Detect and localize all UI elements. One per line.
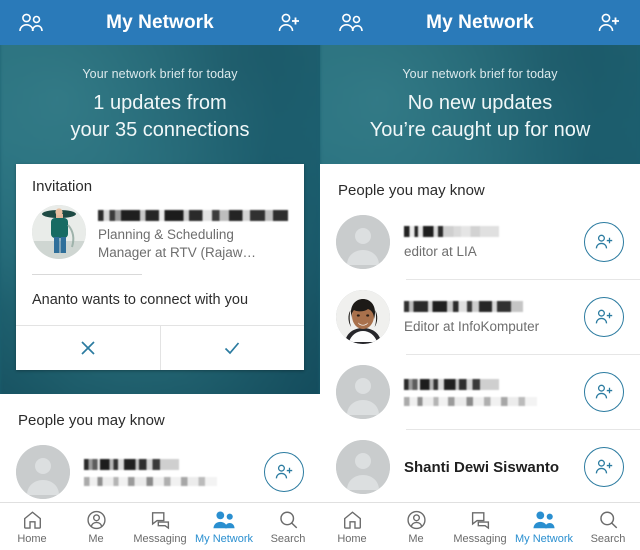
nav-label: Home [337, 532, 367, 545]
nav-label: Search [590, 532, 626, 545]
list-item-meta: Editor at InfoKomputer [390, 300, 584, 334]
nav-label: Home [17, 532, 47, 545]
nav-label: Messaging [133, 532, 187, 545]
page-title: My Network [106, 11, 214, 33]
nav-item-messaging[interactable]: Messaging [128, 503, 192, 550]
nav-item-messaging[interactable]: Messaging [448, 503, 512, 550]
nav-item-my-network[interactable]: My Network [192, 503, 256, 550]
nav-label: Messaging [453, 532, 507, 545]
person-name [404, 225, 500, 237]
network-brief: Your network brief for today No new upda… [320, 45, 640, 144]
list-item-meta [390, 378, 584, 406]
invitation-person-title-line1: Planning & Scheduling [98, 227, 234, 242]
invitation-person-title-line2: Manager at RTV (Rajaw… [98, 245, 257, 260]
brief-line-1: 1 updates from [93, 92, 227, 114]
nav-item-my-network[interactable]: My Network [512, 503, 576, 550]
invitation-heading: Invitation [32, 178, 93, 195]
person-name [404, 300, 523, 312]
list-item[interactable]: Shanti Dewi Siswanto [320, 430, 640, 504]
list-item[interactable]: Editor at InfoKomputer [320, 280, 640, 354]
nav-item-search[interactable]: Search [576, 503, 640, 550]
connect-button[interactable] [584, 222, 624, 262]
person-subtitle [84, 476, 217, 486]
avatar [32, 205, 86, 259]
invitation-person-meta: Planning & Scheduling Manager at RTV (Ra… [86, 205, 288, 262]
nav-label: My Network [514, 532, 574, 545]
person-name [84, 458, 180, 470]
network-brief: Your network brief for today 1 updates f… [0, 45, 320, 144]
person-name: Shanti Dewi Siswanto [404, 458, 560, 476]
person-subtitle: editor at LIA [404, 243, 477, 259]
avatar [336, 365, 390, 419]
section-title: People you may know [338, 182, 485, 199]
person-add-icon[interactable] [590, 4, 628, 42]
list-item[interactable] [0, 435, 320, 509]
list-item[interactable] [320, 355, 640, 429]
person-subtitle: Editor at InfoKomputer [404, 318, 540, 334]
people-icon[interactable] [12, 4, 50, 42]
avatar [336, 290, 390, 344]
decline-invitation-button[interactable] [16, 326, 160, 370]
nav-item-home[interactable]: Home [320, 503, 384, 550]
person-name [404, 378, 500, 390]
list-item[interactable]: editor at LIA [320, 205, 640, 279]
invitation-message: Ananto wants to connect with you [32, 292, 249, 308]
nav-item-me[interactable]: Me [64, 503, 128, 550]
nav-label: Search [270, 532, 306, 545]
connect-button[interactable] [264, 452, 304, 492]
brief-line-2: You’re caught up for now [369, 119, 591, 141]
screen-with-invitation: My Network Your network brief for today … [0, 0, 320, 550]
connect-button[interactable] [584, 297, 624, 337]
page-title: My Network [426, 11, 534, 33]
brief-line-2: your 35 connections [70, 119, 250, 141]
brief-subtitle: Your network brief for today [402, 67, 558, 81]
brief-subtitle: Your network brief for today [82, 67, 238, 81]
person-subtitle [404, 396, 537, 406]
people-you-may-know-section: People you may know editor at LIA Editor… [320, 164, 640, 550]
list-item-meta: Shanti Dewi Siswanto [390, 459, 584, 476]
list-item-meta: editor at LIA [390, 225, 584, 259]
screen-caught-up: My Network Your network brief for today … [320, 0, 640, 550]
invitation-person[interactable]: Planning & Scheduling Manager at RTV (Ra… [16, 205, 304, 262]
list-item-meta [70, 458, 264, 486]
bottom-navigation: Home Me Messaging My Network Search [0, 502, 320, 550]
people-icon[interactable] [332, 4, 370, 42]
avatar [336, 440, 390, 494]
avatar [16, 445, 70, 499]
dual-screenshot-container: My Network Your network brief for today … [0, 0, 640, 550]
nav-label: Me [88, 532, 104, 545]
app-bar: My Network [0, 0, 320, 45]
section-title: People you may know [18, 412, 165, 429]
nav-label: Me [408, 532, 424, 545]
invitation-actions [16, 325, 304, 370]
nav-item-me[interactable]: Me [384, 503, 448, 550]
connect-button[interactable] [584, 447, 624, 487]
avatar [336, 215, 390, 269]
brief-line-1: No new updates [407, 92, 553, 114]
invitation-card: Invitation Planning & Scheduling Manager… [16, 164, 304, 370]
invitation-person-name [98, 210, 288, 221]
connect-button[interactable] [584, 372, 624, 412]
bottom-navigation: Home Me Messaging My Network Search [320, 502, 640, 550]
accept-invitation-button[interactable] [159, 326, 305, 370]
nav-label: My Network [194, 532, 254, 545]
nav-item-search[interactable]: Search [256, 503, 320, 550]
person-add-icon[interactable] [270, 4, 308, 42]
nav-item-home[interactable]: Home [0, 503, 64, 550]
app-bar: My Network [320, 0, 640, 45]
